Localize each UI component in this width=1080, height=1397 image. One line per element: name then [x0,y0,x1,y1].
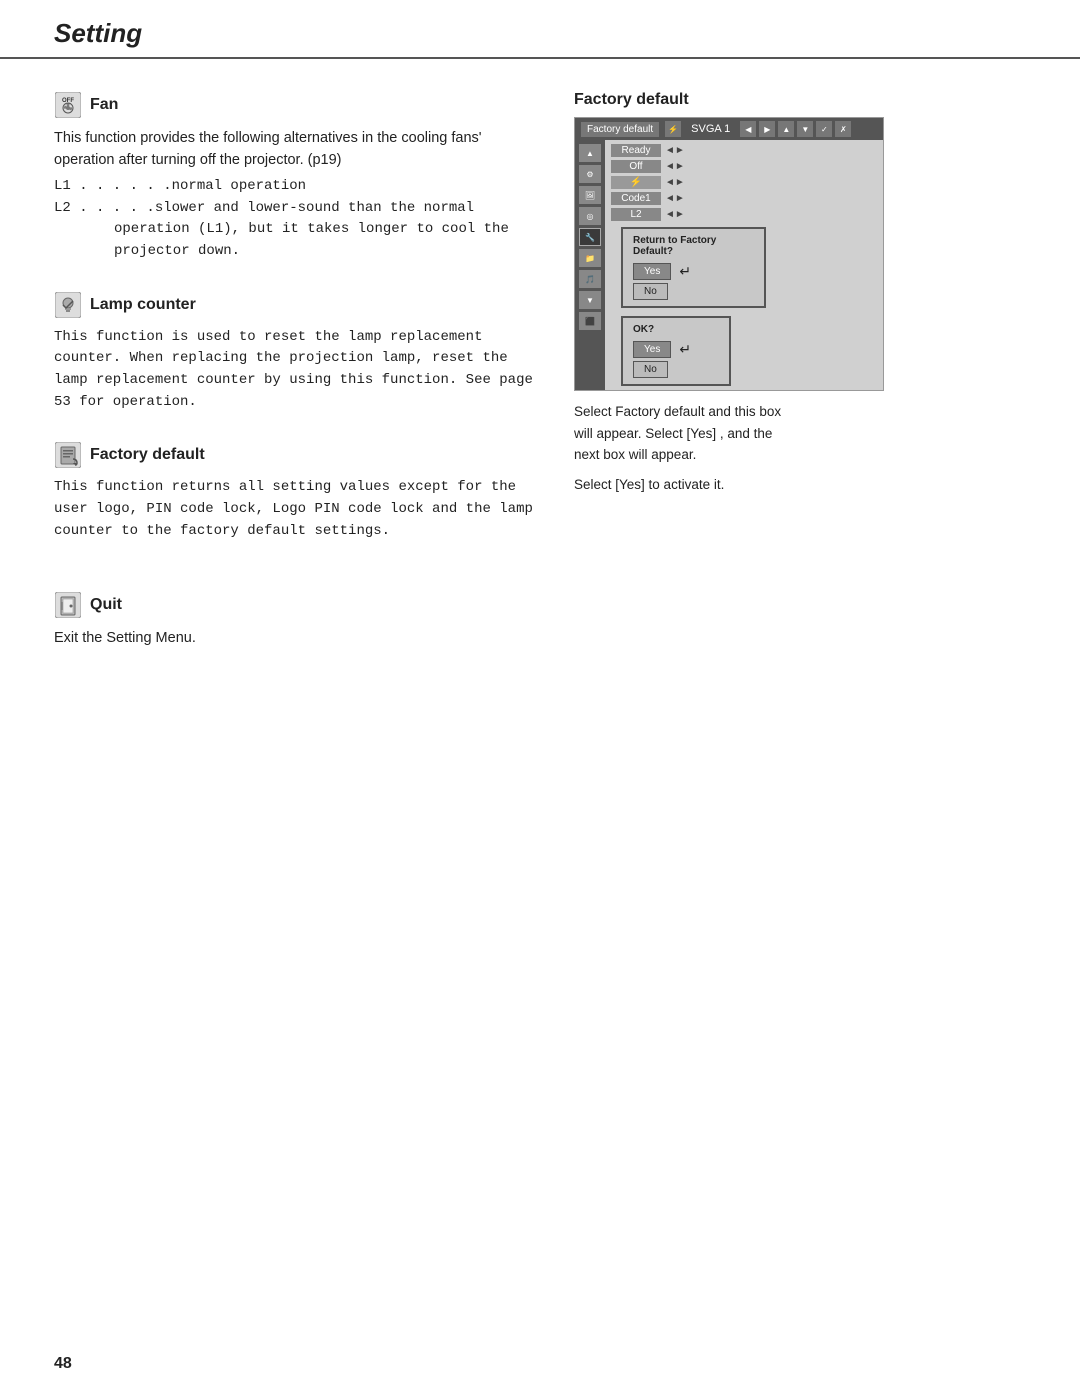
menu-row-3-arrow: ◄► [665,177,685,188]
factory-default-icon [54,441,82,469]
fan-icon: OFF [54,91,82,119]
factory-default-section: Factory default This function returns al… [54,441,534,542]
lamp-counter-body-text: This function is used to reset the lamp … [54,327,534,414]
lamp-counter-title: Lamp counter [54,291,534,319]
quit-section: Quit Exit the Setting Menu. [54,591,534,649]
fan-l2-prefix: L2 . . . . .slower and lower-sound than … [54,198,534,220]
popup2-buttons: Yes ↵ [633,341,719,358]
fan-title-text: Fan [90,96,118,114]
sidebar-icon-1: ▲ [579,144,601,162]
menu-body: ▲ ⚙ 🖼 ◎ 🔧 📁 🎵 ▼ ⬛ Ready ◄► [575,140,883,390]
page-footer: 48 [54,1355,72,1373]
menu-nav-icon-6: ✗ [835,121,851,137]
menu-diagram: Factory default ⚡ SVGA 1 ◀ ▶ ▲ ▼ ✓ ✗ ▲ ⚙ [574,117,884,391]
sidebar-icon-5: 🔧 [579,228,601,246]
right-column: Factory default Factory default ⚡ SVGA 1… [574,91,954,677]
factory-default-body: This function returns all setting values… [54,477,534,542]
menu-icon-1: ⚡ [665,121,681,137]
menu-row-3-label: ⚡ [611,176,661,189]
lamp-counter-title-text: Lamp counter [90,296,196,314]
fan-body-text: This function provides the following alt… [54,127,534,172]
fan-title: OFF Fan [54,91,534,119]
menu-row-3: ⚡ ◄► [611,176,877,189]
menu-row-5-arrow: ◄► [665,209,685,220]
lamp-counter-section: Lamp counter This function is used to re… [54,291,534,414]
popup1-arrow: ↵ [679,263,691,280]
menu-row-2-arrow: ◄► [665,161,685,172]
popup1-no-btn[interactable]: No [633,283,668,300]
menu-nav-icon-4: ▼ [797,121,813,137]
menu-icons-row: ◀ ▶ ▲ ▼ ✓ ✗ [740,121,851,137]
menu-nav-icon-5: ✓ [816,121,832,137]
menu-row-2-label: Off [611,160,661,173]
lamp-icon [54,291,82,319]
menu-selected-item: Factory default [581,122,659,137]
content-area: OFF Fan This function provides the follo… [0,59,1080,709]
page-number: 48 [54,1355,72,1372]
popup1-yes-btn[interactable]: Yes [633,263,671,280]
menu-row-2: Off ◄► [611,160,877,173]
factory-default-body-text: This function returns all setting values… [54,477,534,542]
popup2-no-btn[interactable]: No [633,361,668,378]
quit-title: Quit [54,591,534,619]
menu-row-4-arrow: ◄► [665,193,685,204]
menu-row-4-label: Code1 [611,192,661,205]
sidebar-icon-9: ⬛ [579,312,601,330]
right-description-1: Select Factory default and this box will… [574,401,794,466]
sidebar-icon-4: ◎ [579,207,601,225]
fan-l2-indent2: projector down. [54,241,534,263]
fan-l1: L1 . . . . . .normal operation [54,176,534,198]
factory-default-title-text: Factory default [90,446,205,464]
menu-nav-icon-1: ◀ [740,121,756,137]
page-title: Setting [54,18,1026,49]
fan-l2-indent1: operation (L1), but it takes longer to c… [54,219,534,241]
quit-icon [54,591,82,619]
menu-row-1-label: Ready [611,144,661,157]
sidebar-icon-8: ▼ [579,291,601,309]
sidebar-icon-2: ⚙ [579,165,601,183]
sidebar-icon-7: 🎵 [579,270,601,288]
menu-nav-icon-3: ▲ [778,121,794,137]
menu-row-1: Ready ◄► [611,144,877,157]
fan-section: OFF Fan This function provides the follo… [54,91,534,263]
quit-body-text: Exit the Setting Menu. [54,627,534,649]
menu-sidebar: ▲ ⚙ 🖼 ◎ 🔧 📁 🎵 ▼ ⬛ [575,140,605,390]
popup2-dialog: OK? Yes ↵ No [621,316,731,386]
menu-svga-label: SVGA 1 [691,123,730,135]
right-panel-title: Factory default [574,91,954,109]
quit-body: Exit the Setting Menu. [54,627,534,649]
sidebar-icon-3: 🖼 [579,186,601,204]
quit-title-text: Quit [90,596,122,614]
popup2-container: OK? Yes ↵ No [621,316,877,386]
popup1-dialog: Return to Factory Default? Yes ↵ No [621,227,766,308]
right-descriptions: Select Factory default and this box will… [574,401,954,466]
popup1-buttons: Yes ↵ [633,263,754,280]
popup1-title: Return to Factory Default? [633,235,754,257]
menu-nav-icon-2: ▶ [759,121,775,137]
popup2-yes-btn[interactable]: Yes [633,341,671,358]
menu-row-5: L2 ◄► [611,208,877,221]
factory-default-title: Factory default [54,441,534,469]
sidebar-icon-6: 📁 [579,249,601,267]
menu-top-bar: Factory default ⚡ SVGA 1 ◀ ▶ ▲ ▼ ✓ ✗ [575,118,883,140]
select-yes-text: Select [Yes] to activate it. [574,477,724,492]
popup2-arrow: ↵ [679,341,691,358]
popup1-container: Return to Factory Default? Yes ↵ No [621,227,877,308]
menu-main-rows: Ready ◄► Off ◄► ⚡ ◄► Code1 ◄► [605,140,883,390]
right-description-2: Select [Yes] to activate it. [574,474,954,496]
menu-row-5-label: L2 [611,208,661,221]
page-header: Setting [0,0,1080,59]
fan-body: This function provides the following alt… [54,127,534,263]
menu-row-4: Code1 ◄► [611,192,877,205]
left-column: OFF Fan This function provides the follo… [54,91,534,677]
popup2-title: OK? [633,324,719,335]
lamp-counter-body: This function is used to reset the lamp … [54,327,534,414]
menu-row-1-arrow: ◄► [665,145,685,156]
